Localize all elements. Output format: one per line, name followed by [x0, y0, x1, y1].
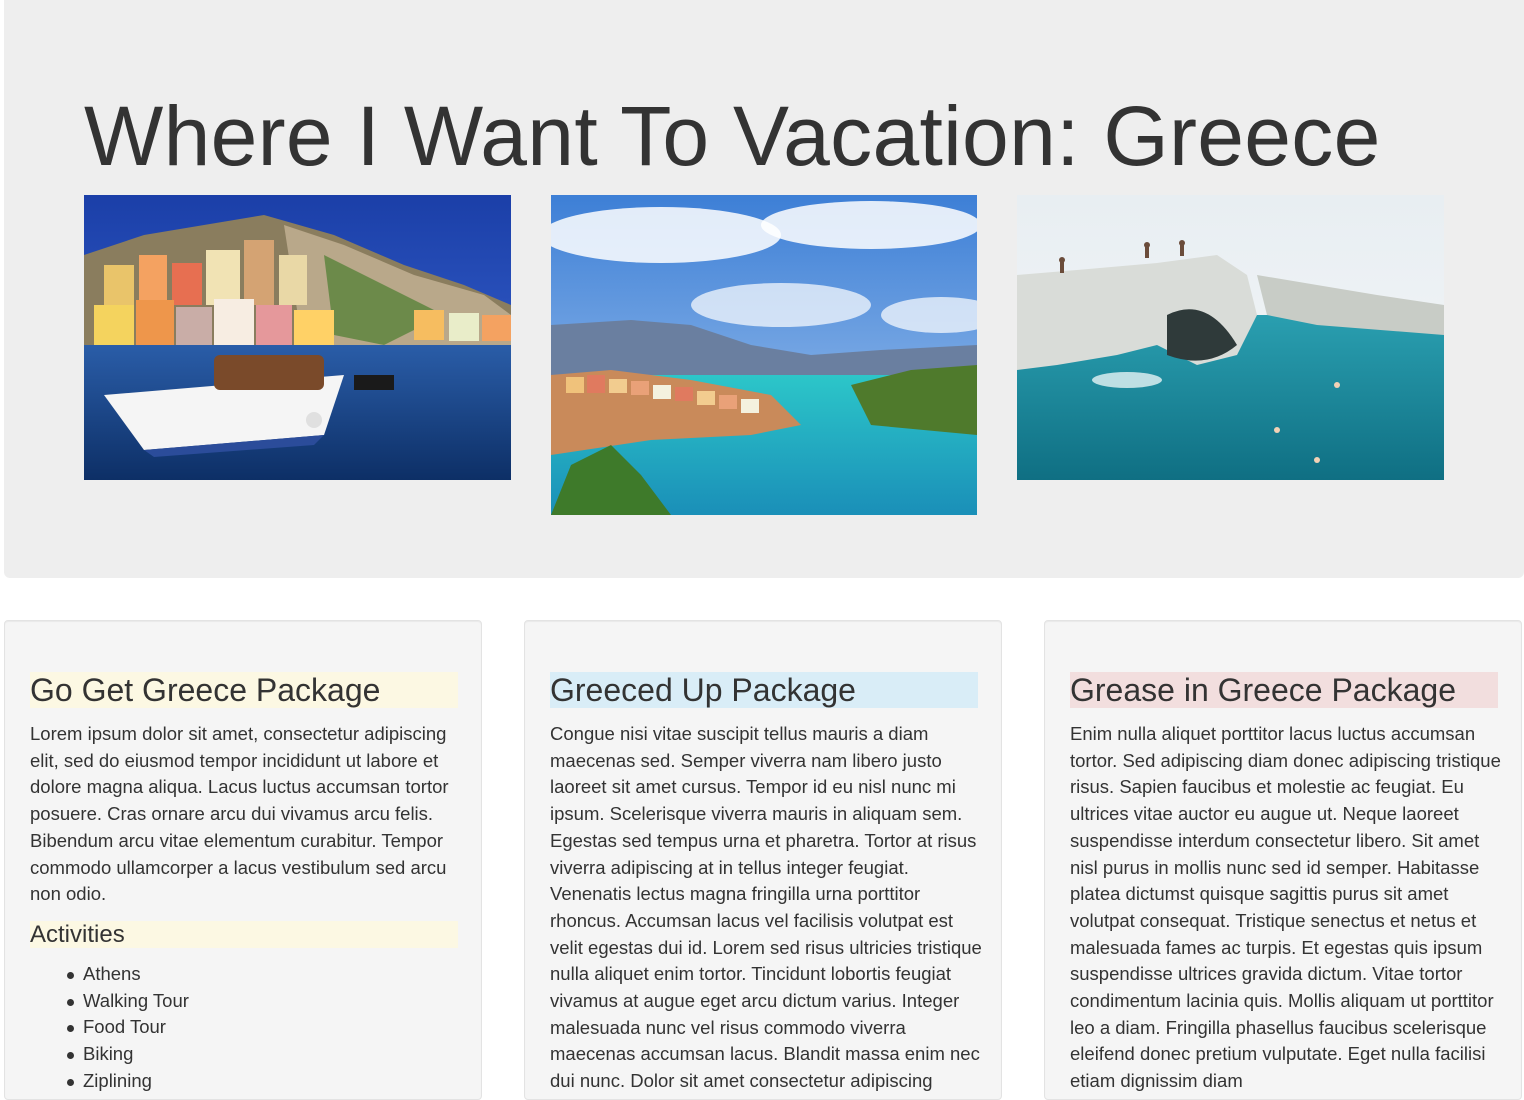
package-title: Greeced Up Package [550, 672, 978, 708]
bullet-icon [67, 1052, 74, 1060]
package-title: Go Get Greece Package [30, 672, 458, 708]
harbor-village-photo [84, 195, 511, 480]
package-description: Lorem ipsum dolor sit amet, consectetur … [30, 723, 449, 905]
list-item: Biking [67, 1041, 458, 1068]
package-description: Enim nulla aliquet porttitor lacus luctu… [1070, 723, 1501, 1092]
white-cliffs-sea-photo [1017, 195, 1444, 480]
package-title: Grease in Greece Package [1070, 672, 1498, 708]
bullet-icon [67, 1025, 74, 1033]
list-item: Athens [67, 961, 458, 988]
bullet-icon [67, 998, 74, 1006]
page-title: Where I Want To Vacation: Greece [84, 89, 1381, 183]
activities-list: Athens Walking Tour Food Tour Biking Zip… [30, 961, 458, 1095]
activities-title: Activities [30, 921, 458, 948]
bullet-icon [67, 972, 74, 979]
bay-village-photo [551, 195, 977, 515]
list-item: Ziplining [67, 1068, 458, 1095]
package-panel-go-get-greece: Go Get Greece Package Lorem ipsum dolor … [4, 620, 482, 1100]
list-item: Walking Tour [67, 988, 458, 1015]
list-item: Food Tour [67, 1014, 458, 1041]
package-panel-greeced-up: Greeced Up Package Congue nisi vitae sus… [524, 620, 1002, 1100]
package-panel-grease-in-greece: Grease in Greece Package Enim nulla aliq… [1044, 620, 1522, 1100]
jumbotron-header: Where I Want To Vacation: Greece [4, 0, 1524, 578]
package-description: Congue nisi vitae suscipit tellus mauris… [550, 723, 982, 1092]
bullet-icon [67, 1078, 74, 1086]
